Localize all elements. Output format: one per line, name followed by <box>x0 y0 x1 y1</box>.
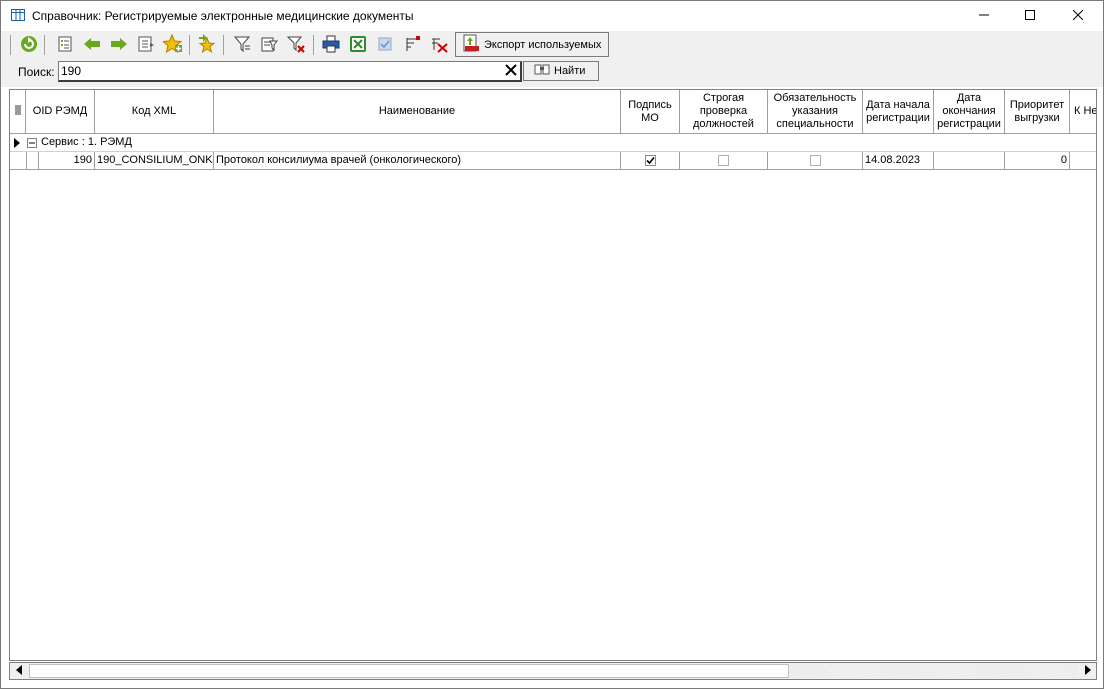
check-button[interactable] <box>374 34 396 56</box>
find-button[interactable]: Найти <box>523 61 599 81</box>
favorite-button[interactable] <box>196 33 218 57</box>
arrow-left-icon <box>83 35 101 56</box>
properties-icon <box>56 35 74 56</box>
cell-date-end[interactable] <box>934 152 1005 170</box>
export-used-button[interactable]: Экспорт используемых <box>455 32 609 57</box>
record-properties-button[interactable] <box>54 34 76 56</box>
export-used-label: Экспорт используемых <box>484 38 602 51</box>
column-header-signature-mo[interactable]: Подпись МО <box>621 90 680 134</box>
sort-button[interactable] <box>401 34 423 56</box>
cell-oid[interactable]: 190 <box>39 152 95 170</box>
maximize-button[interactable] <box>1007 1 1053 31</box>
forward-button[interactable] <box>108 34 130 56</box>
cell-strict-check[interactable] <box>680 152 768 170</box>
find-label: Найти <box>554 65 586 77</box>
row-indicator-icon <box>13 138 21 151</box>
filter-remove-icon <box>286 35 305 56</box>
row-indent <box>26 152 39 170</box>
star-arrow-icon <box>197 33 217 57</box>
column-header-name[interactable]: Наименование <box>214 90 621 134</box>
column-header-strict-check[interactable]: Строгая проверка должностей <box>680 90 768 134</box>
arrow-right-icon <box>1084 664 1092 678</box>
printer-icon <box>322 35 340 56</box>
column-header-date-end[interactable]: Дата окончания регистрации <box>934 90 1005 134</box>
export-xml-icon <box>462 34 480 55</box>
filter-edit-icon <box>260 35 278 56</box>
table-row[interactable]: 190 190_CONSILIUM_ONKO Протокол консилиу… <box>10 152 1096 170</box>
scroll-left-button[interactable] <box>10 663 27 679</box>
back-button[interactable] <box>81 34 103 56</box>
list-icon <box>137 35 155 56</box>
sort-icon <box>403 35 421 56</box>
close-button[interactable] <box>1055 1 1101 31</box>
toolbar-separator <box>10 35 11 55</box>
excel-icon <box>349 35 367 56</box>
column-header-date-start[interactable]: Дата начала регистрации <box>863 90 934 134</box>
data-grid: OID РЭМД Код XML Наименование Подпись МО… <box>9 89 1097 661</box>
find-icon <box>534 63 550 80</box>
table-icon <box>11 9 25 21</box>
print-button[interactable] <box>320 34 342 56</box>
search-bar: Поиск: Найти <box>1 59 1103 87</box>
delete-button[interactable] <box>428 34 450 56</box>
maximize-icon <box>1025 9 1035 23</box>
close-icon <box>505 63 517 79</box>
refresh-button[interactable] <box>18 34 40 56</box>
scroll-right-button[interactable] <box>1079 663 1096 679</box>
strict-check-checkbox[interactable] <box>718 154 729 166</box>
group-label: Сервис : 1. РЭМД <box>41 136 132 148</box>
signature-mo-checkbox[interactable] <box>644 154 656 166</box>
filter-icon <box>233 35 251 56</box>
column-chooser-icon <box>14 105 22 119</box>
column-header-oid[interactable]: OID РЭМД <box>26 90 95 134</box>
toolbar-separator <box>189 35 190 55</box>
cell-priority[interactable]: 0 <box>1005 152 1070 170</box>
edit-filter-button[interactable] <box>258 34 280 56</box>
filter-button[interactable] <box>231 34 253 56</box>
toolbar: Экспорт используемых <box>1 31 1103 59</box>
delete-icon <box>430 35 448 56</box>
clear-filter-button[interactable] <box>285 34 307 56</box>
close-icon <box>1072 9 1084 23</box>
minimize-icon <box>979 10 989 23</box>
toolbar-separator <box>223 35 224 55</box>
checkbox-icon <box>377 36 393 55</box>
star-add-icon <box>161 33 183 57</box>
cell-partial[interactable] <box>1070 152 1096 170</box>
toolbar-separator <box>44 35 45 55</box>
minimize-button[interactable] <box>961 1 1007 31</box>
column-header-xml-code[interactable]: Код XML <box>95 90 214 134</box>
scrollbar-thumb[interactable] <box>29 664 789 678</box>
scrollbar-track[interactable] <box>790 664 1078 678</box>
title-bar: Справочник: Регистрируемые электронные м… <box>1 1 1103 31</box>
group-row[interactable]: Сервис : 1. РЭМД <box>10 135 1096 152</box>
column-header-specialty-required[interactable]: Обязательность указания специальности <box>768 90 863 134</box>
excel-export-button[interactable] <box>347 34 369 56</box>
add-button[interactable] <box>161 33 184 57</box>
search-label: Поиск: <box>18 65 55 79</box>
column-header-partial[interactable]: К Нет <box>1070 90 1096 134</box>
arrow-right-icon <box>110 35 128 56</box>
list-button[interactable] <box>135 34 157 56</box>
collapse-group-toggle[interactable] <box>27 138 37 148</box>
window: Справочник: Регистрируемые электронные м… <box>0 0 1104 689</box>
window-title: Справочник: Регистрируемые электронные м… <box>32 9 414 23</box>
cell-name[interactable]: Протокол консилиума врачей (онкологическ… <box>214 152 621 170</box>
toolbar-separator <box>313 35 314 55</box>
horizontal-scrollbar[interactable] <box>9 662 1097 680</box>
search-input[interactable] <box>58 61 522 82</box>
column-chooser-button[interactable] <box>10 90 26 134</box>
cell-specialty-required[interactable] <box>768 152 863 170</box>
refresh-icon <box>20 35 38 56</box>
cell-signature-mo[interactable] <box>621 152 680 170</box>
cell-xml-code[interactable]: 190_CONSILIUM_ONKO <box>95 152 214 170</box>
specialty-required-checkbox[interactable] <box>809 154 821 166</box>
cell-date-start[interactable]: 14.08.2023 <box>863 152 934 170</box>
arrow-left-icon <box>15 664 23 678</box>
column-header-priority[interactable]: Приоритет выгрузки <box>1005 90 1070 134</box>
clear-search-button[interactable] <box>503 63 519 79</box>
